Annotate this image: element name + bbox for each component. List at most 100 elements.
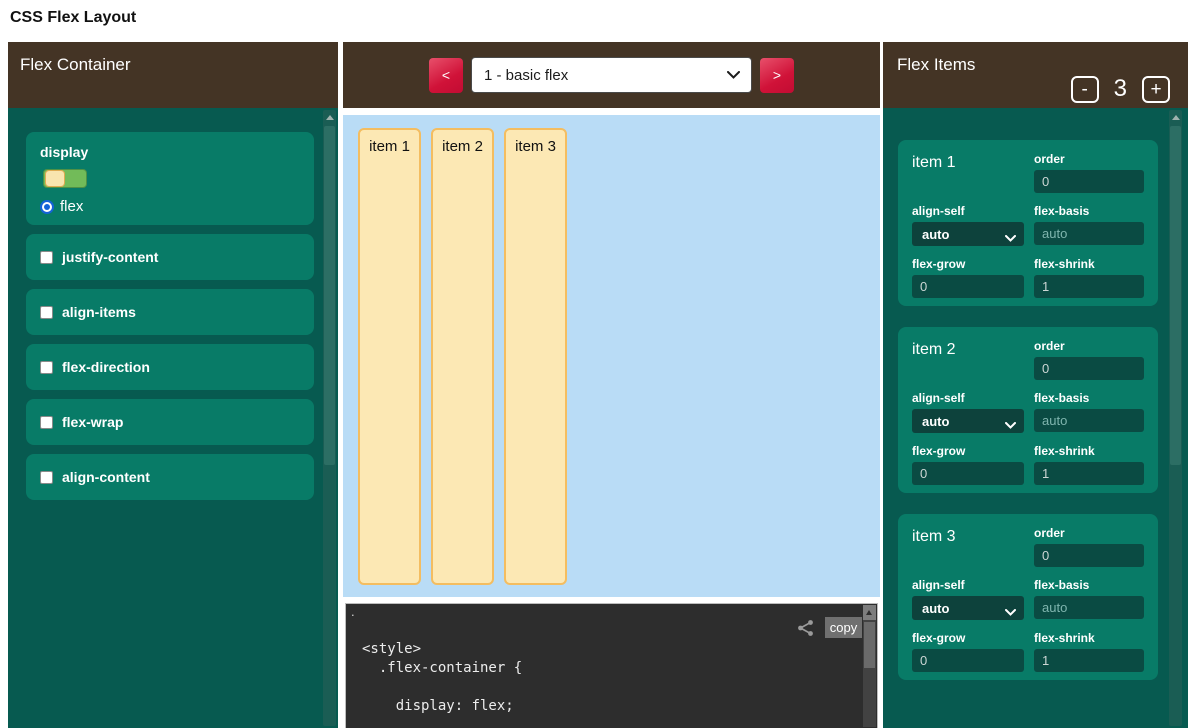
flex-container-header: Flex Container [8,42,338,108]
preset-nav: < 1 - basic flex > [343,42,880,108]
flex-grow-input[interactable] [912,275,1024,298]
flex-container-body: display flex justify-content align-items… [8,108,338,728]
align-self-label: align-self [912,578,1024,592]
item-count-controls: - 3 + [1071,75,1170,103]
order-input[interactable] [1034,357,1144,380]
order-field: order [1034,152,1144,193]
flex-grow-label: flex-grow [912,257,1024,271]
flex-direction-checkbox[interactable] [40,361,53,374]
display-toggle[interactable] [43,169,87,188]
flex-shrink-field: flex-shrink [1034,444,1144,485]
flex-shrink-input[interactable] [1034,649,1144,672]
align-items-card: align-items [26,289,314,335]
flex-basis-field: flex-basis [1034,391,1144,433]
flex-wrap-label: flex-wrap [62,414,123,430]
align-self-select[interactable]: auto [912,409,1024,433]
flex-preview-container: item 1 item 2 item 3 [343,115,880,597]
remove-item-button[interactable]: - [1071,76,1099,103]
flex-direction-label: flex-direction [62,359,150,375]
flex-basis-field: flex-basis [1034,578,1144,620]
code-bullet: . [351,604,355,619]
flex-grow-field: flex-grow [912,444,1024,485]
align-self-label: align-self [912,391,1024,405]
order-label: order [1034,526,1144,540]
code-content: <style> .flex-container { display: flex; [362,640,522,716]
order-field: order [1034,339,1144,380]
flex-basis-input[interactable] [1034,222,1144,245]
flex-shrink-input[interactable] [1034,462,1144,485]
left-panel-scrollbar[interactable] [323,110,336,726]
flex-shrink-label: flex-shrink [1034,257,1144,271]
radio-selected-icon[interactable] [40,200,54,214]
flex-items-header: Flex Items - 3 + [883,42,1188,108]
order-input[interactable] [1034,170,1144,193]
preset-select-wrap: 1 - basic flex [471,57,752,93]
justify-content-label: justify-content [62,249,158,265]
align-content-label: align-content [62,469,150,485]
item-name: item 3 [912,526,1024,567]
code-panel: . copy <style> .flex-container { display… [345,603,878,728]
scroll-up-icon[interactable] [326,115,334,120]
scrollbar-thumb[interactable] [864,622,875,668]
code-scrollbar[interactable] [863,605,876,727]
align-self-field: align-self auto [912,391,1024,433]
preset-select[interactable]: 1 - basic flex [471,57,752,93]
order-field: order [1034,526,1144,567]
copy-button[interactable]: copy [825,617,862,638]
display-label: display [40,144,300,160]
page-title: CSS Flex Layout [10,9,136,27]
flex-direction-card: flex-direction [26,344,314,390]
next-preset-button[interactable]: > [760,58,794,93]
flex-shrink-field: flex-shrink [1034,631,1144,672]
justify-content-checkbox[interactable] [40,251,53,264]
add-item-button[interactable]: + [1142,76,1170,103]
preview-item-3: item 3 [504,128,567,585]
flex-wrap-card: flex-wrap [26,399,314,445]
toggle-knob-icon [45,170,65,187]
flex-container-title: Flex Container [20,55,131,75]
flex-grow-field: flex-grow [912,257,1024,298]
right-panel-scrollbar[interactable] [1169,110,1182,726]
align-content-checkbox[interactable] [40,471,53,484]
align-self-label: align-self [912,204,1024,218]
scrollbar-thumb[interactable] [324,126,335,465]
flex-basis-label: flex-basis [1034,204,1144,218]
preview-item-2: item 2 [431,128,494,585]
flex-grow-input[interactable] [912,649,1024,672]
flex-shrink-label: flex-shrink [1034,444,1144,458]
flex-grow-field: flex-grow [912,631,1024,672]
display-flex-option[interactable]: flex [40,198,300,215]
preset-nav-header: < 1 - basic flex > [343,42,880,108]
preview-item-1: item 1 [358,128,421,585]
flex-basis-input[interactable] [1034,409,1144,432]
flex-basis-label: flex-basis [1034,578,1144,592]
align-content-card: align-content [26,454,314,500]
item-2-card: item 2 order align-self auto flex-basis [898,327,1158,493]
scroll-up-icon[interactable] [1172,115,1180,120]
scroll-up-icon[interactable] [863,605,876,620]
order-label: order [1034,339,1144,353]
align-self-select[interactable]: auto [912,596,1024,620]
flex-basis-label: flex-basis [1034,391,1144,405]
flex-wrap-checkbox[interactable] [40,416,53,429]
prev-preset-button[interactable]: < [429,58,463,93]
flex-shrink-input[interactable] [1034,275,1144,298]
flex-shrink-field: flex-shrink [1034,257,1144,298]
flex-grow-input[interactable] [912,462,1024,485]
flex-grow-label: flex-grow [912,444,1024,458]
align-items-label: align-items [62,304,136,320]
share-icon[interactable] [797,619,815,637]
flex-grow-label: flex-grow [912,631,1024,645]
flex-basis-input[interactable] [1034,596,1144,619]
order-input[interactable] [1034,544,1144,567]
scrollbar-thumb[interactable] [1170,126,1181,465]
align-self-select[interactable]: auto [912,222,1024,246]
item-name: item 1 [912,152,1024,193]
radio-label: flex [60,198,83,215]
display-card: display flex [26,132,314,225]
flex-items-title: Flex Items [897,55,975,75]
flex-shrink-label: flex-shrink [1034,631,1144,645]
align-self-field: align-self auto [912,204,1024,246]
align-items-checkbox[interactable] [40,306,53,319]
app: CSS Flex Layout Flex Container display f… [0,0,1199,728]
